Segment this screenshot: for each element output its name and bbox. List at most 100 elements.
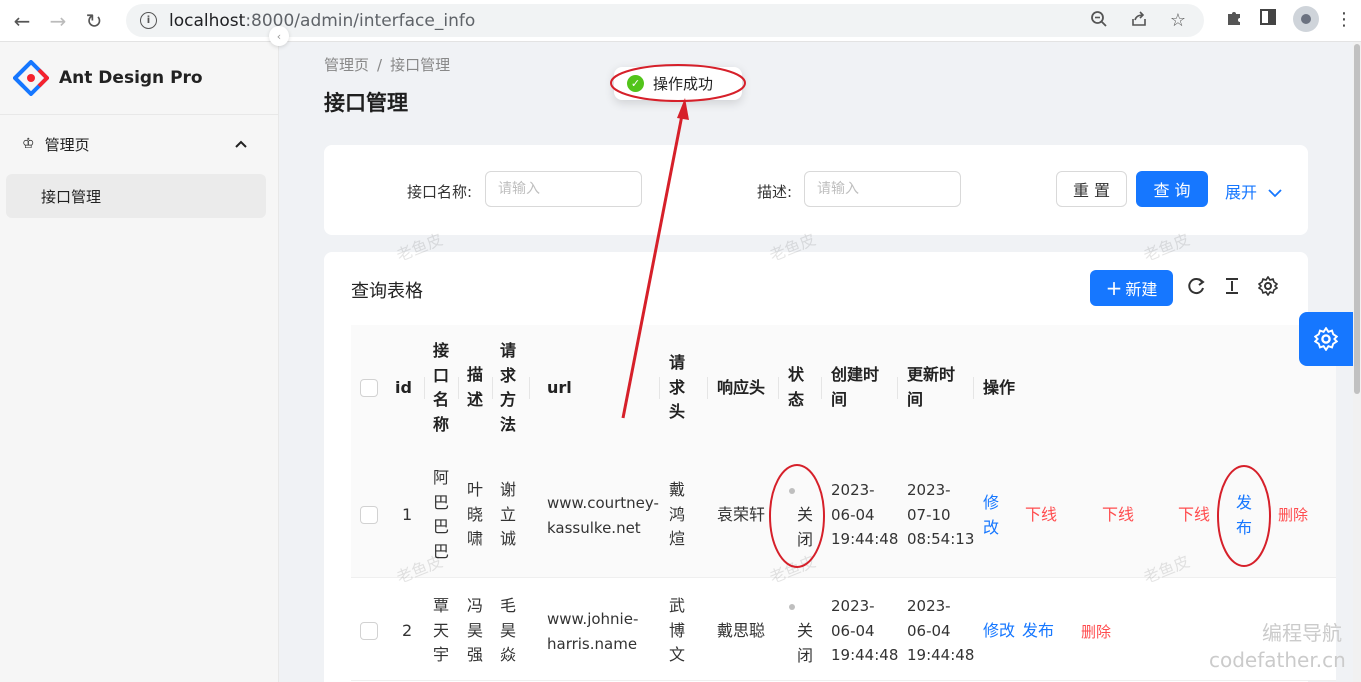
browser-menu-icon[interactable]: ⋮ — [1335, 9, 1353, 30]
crown-icon: ♔ — [22, 136, 35, 152]
desc-search-input[interactable] — [804, 171, 961, 207]
col-header-name[interactable]: 接口名称 — [433, 339, 453, 437]
logo-text: Ant Design Pro — [59, 68, 203, 88]
cell-desc: 冯昊强 — [467, 596, 484, 664]
brand-watermark: 编程导航 — [1262, 621, 1342, 645]
new-button[interactable]: + 新建 — [1090, 270, 1173, 306]
column-separator — [897, 377, 898, 399]
cell-request-header: 戴鸿煊 — [669, 480, 686, 548]
cell-created-at: 2023- 06-04 19:44:48 — [831, 481, 899, 548]
reload-table-icon[interactable] — [1186, 276, 1206, 301]
breadcrumb-separator: / — [377, 56, 383, 74]
col-header-desc[interactable]: 描述 — [467, 363, 487, 412]
cell-url: www.courtney-kassulke.net — [547, 494, 659, 537]
sidebar-item-interface-management[interactable]: 接口管理 — [6, 174, 266, 218]
cell-response-header: 戴思聪 — [717, 621, 766, 640]
cell-url: www.johnie-harris.name — [547, 610, 639, 653]
profile-avatar-icon[interactable] — [1293, 6, 1319, 32]
select-all-checkbox[interactable] — [360, 379, 378, 397]
col-header-url[interactable]: url — [547, 376, 572, 401]
expand-link[interactable]: 展开 — [1225, 179, 1282, 203]
check-circle-icon: ✓ — [627, 75, 644, 92]
zoom-icon[interactable] — [1090, 10, 1108, 33]
settings-gear-icon[interactable] — [1257, 275, 1279, 301]
chevron-up-icon[interactable] — [235, 137, 247, 152]
cell-status: 关闭 — [797, 505, 814, 549]
row-checkbox[interactable] — [360, 622, 378, 640]
query-button[interactable]: 查 询 — [1136, 171, 1208, 207]
row-checkbox[interactable] — [360, 506, 378, 524]
delete-link[interactable]: 删除 — [1081, 620, 1111, 645]
site-watermark: codefather.cn — [1209, 648, 1346, 672]
column-separator — [707, 377, 708, 399]
bookmark-star-icon[interactable]: ☆ — [1170, 10, 1186, 33]
edit-link[interactable]: 修改 — [983, 619, 1015, 644]
page-title: 接口管理 — [324, 91, 408, 115]
reload-icon[interactable]: ↻ — [76, 3, 112, 39]
breadcrumb-item[interactable]: 管理页 — [324, 56, 369, 74]
breadcrumb-item: 接口管理 — [390, 56, 451, 74]
col-header-request-header[interactable]: 请求头 — [669, 351, 689, 425]
column-separator — [821, 377, 822, 399]
settings-gear-icon — [1314, 327, 1338, 351]
share-icon[interactable] — [1130, 10, 1148, 33]
offline-link[interactable]: 下线 — [1025, 503, 1057, 528]
toast-message: 操作成功 — [653, 75, 714, 93]
sidebar-collapse-button[interactable]: ‹ — [269, 26, 289, 46]
column-separator — [424, 377, 425, 399]
settings-drawer-button[interactable] — [1299, 312, 1353, 366]
cell-status: 关闭 — [797, 621, 814, 665]
column-height-icon[interactable] — [1222, 276, 1242, 301]
col-header-method[interactable]: 请求方法 — [500, 339, 520, 437]
success-toast: ✓ 操作成功 — [614, 67, 742, 100]
col-header-response-header[interactable]: 响应头 — [717, 376, 765, 401]
table-card: 查询表格 + 新建 id 接口名称 描述 请求方法 url 请 求 头 响应头 … — [324, 252, 1336, 682]
plus-icon: + — [1105, 276, 1123, 300]
sidebar-item-label: 接口管理 — [41, 187, 102, 206]
cell-method: 谢立诚 — [500, 480, 517, 548]
column-separator — [659, 377, 660, 399]
site-info-icon[interactable]: i — [140, 12, 157, 29]
name-search-input[interactable] — [485, 171, 642, 207]
sidebar: Ant Design Pro ♔ 管理页 接口管理 — [0, 42, 279, 682]
logo[interactable]: Ant Design Pro — [13, 60, 203, 96]
cell-name: 覃天宇 — [433, 596, 450, 664]
cell-updated-at: 2023- 06-04 19:44:48 — [907, 597, 975, 664]
scrollbar-thumb[interactable] — [1354, 44, 1360, 394]
forward-arrow-icon[interactable]: → — [40, 3, 76, 39]
sidebar-divider — [0, 114, 279, 115]
edit-link[interactable]: 修改 — [983, 491, 1003, 540]
reset-button[interactable]: 重 置 — [1056, 171, 1127, 207]
menu-group-admin[interactable]: ♔ 管理页 — [0, 124, 279, 164]
col-header-updated-at[interactable]: 更新时间 — [907, 363, 955, 412]
delete-link[interactable]: 删除 — [1278, 503, 1308, 528]
cell-id: 2 — [402, 621, 413, 640]
status-dot-icon — [789, 488, 795, 494]
cell-request-header: 武博文 — [669, 596, 686, 664]
offline-link[interactable]: 下线 — [1178, 503, 1210, 528]
publish-link[interactable]: 发布 — [1022, 619, 1054, 644]
cell-updated-at: 2023- 07-10 08:54:13 — [907, 481, 975, 548]
main-content: 管理页 / 接口管理 接口管理 接口名称: 描述: 重 置 查 询 展开 查询表格 … — [280, 42, 1361, 682]
address-url[interactable]: localhost:8000/admin/interface_info — [169, 11, 475, 31]
chevron-down-icon — [1268, 189, 1282, 198]
ant-design-logo-icon — [13, 60, 49, 96]
cell-response-header: 袁荣轩 — [717, 505, 766, 524]
page-scrollbar[interactable] — [1353, 42, 1361, 682]
table-title: 查询表格 — [351, 281, 423, 302]
col-header-id[interactable]: id — [395, 376, 412, 401]
col-header-created-at[interactable]: 创建时间 — [831, 363, 879, 412]
publish-link[interactable]: 发布 — [1236, 491, 1256, 540]
col-header-status[interactable]: 状态 — [788, 363, 808, 412]
cell-desc: 叶晓啸 — [467, 480, 484, 548]
desc-field-label: 描述: — [757, 183, 793, 201]
cell-method: 毛昊焱 — [500, 596, 517, 664]
col-header-actions: 操作 — [983, 378, 1016, 397]
back-arrow-icon[interactable]: ← — [4, 3, 40, 39]
offline-link[interactable]: 下线 — [1102, 503, 1134, 528]
search-form-card: 接口名称: 描述: 重 置 查 询 展开 — [324, 145, 1308, 235]
side-panel-icon[interactable] — [1259, 8, 1277, 31]
table-row: 2 覃天宇 冯昊强 毛昊焱 www.johnie-harris.name 武博文… — [351, 578, 1336, 681]
extensions-puzzle-icon[interactable] — [1225, 8, 1243, 31]
column-separator — [492, 377, 493, 399]
